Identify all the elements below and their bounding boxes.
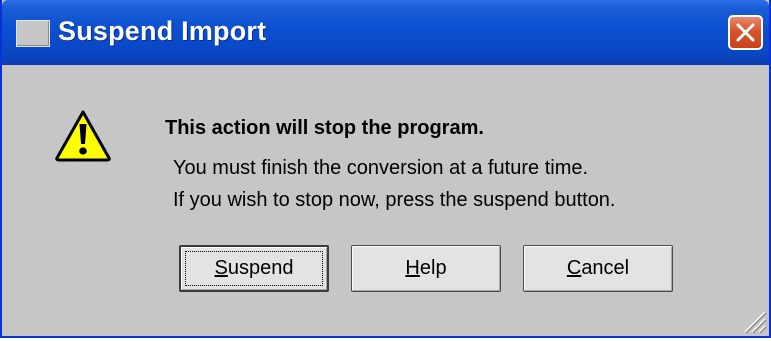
message-line-2: If you wish to stop now, press the suspe… [173,189,616,211]
suspend-mnemonic: S [214,257,228,279]
message-headline: This action will stop the program. [165,117,484,139]
close-button[interactable] [728,15,763,50]
cancel-label-rest: ancel [581,257,630,279]
warning-icon [55,110,111,162]
suspend-import-dialog: Suspend Import This action will stop the… [0,0,771,338]
cancel-mnemonic: C [566,257,582,279]
suspend-label: Suspend [215,257,294,280]
suspend-button[interactable]: Suspend [179,245,329,292]
message-line-1: You must finish the conversion at a futu… [173,157,589,179]
close-icon [736,23,755,42]
help-label-rest: elp [419,257,447,279]
cancel-label: Cancel [567,257,629,280]
window-icon[interactable] [16,20,50,47]
title-bar[interactable]: Suspend Import [2,0,769,65]
help-mnemonic: H [405,257,420,279]
cancel-button[interactable]: Cancel [523,245,673,292]
suspend-label-rest: uspend [227,257,294,279]
resize-grip-icon[interactable] [741,308,767,334]
help-label: Help [405,257,446,280]
window-title: Suspend Import [58,16,267,46]
dialog-body: This action will stop the program. You m… [2,65,769,336]
help-button[interactable]: Help [351,245,501,292]
